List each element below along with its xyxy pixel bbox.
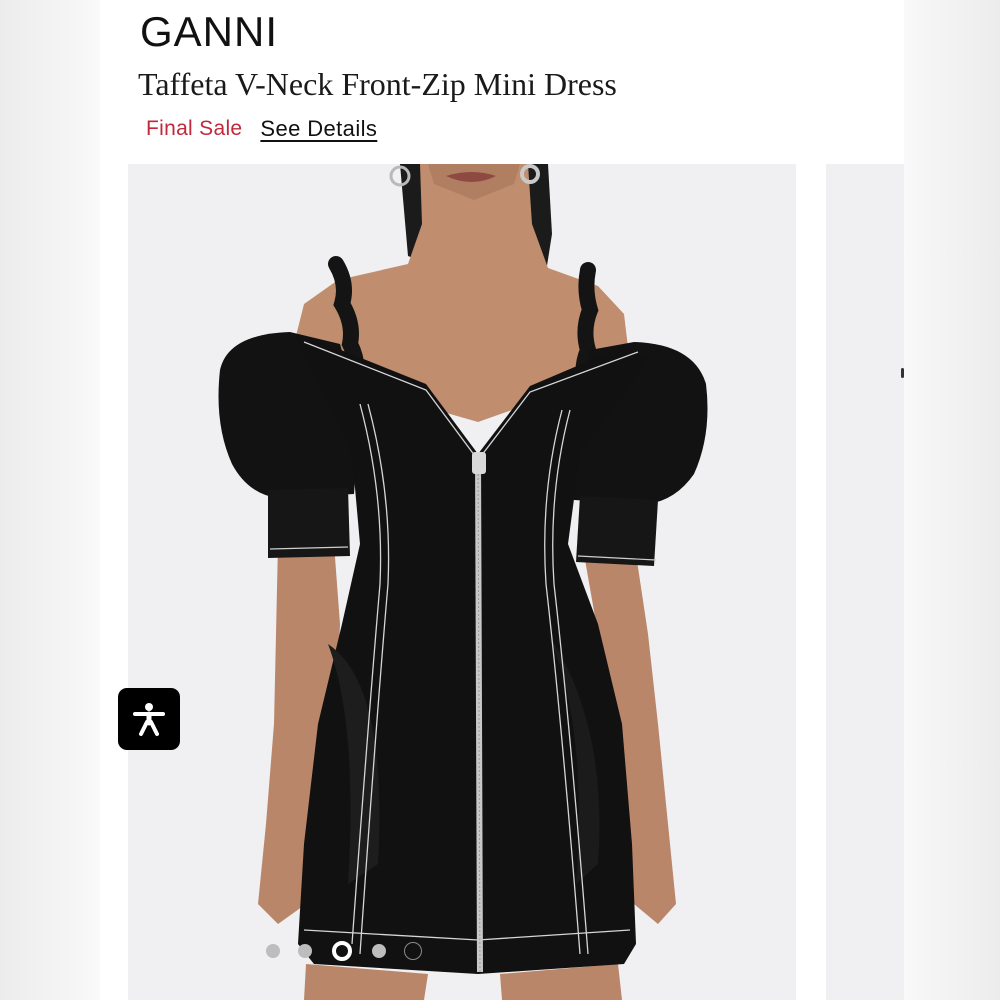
product-photo [218, 164, 708, 1000]
gallery-dot-2[interactable] [298, 944, 312, 958]
product-title: Taffeta V-Neck Front-Zip Mini Dress [138, 66, 617, 102]
gallery-pagination [266, 938, 422, 964]
product-page: GANNI Taffeta V-Neck Front-Zip Mini Dres… [100, 0, 904, 1000]
see-details-link[interactable]: See Details [260, 116, 377, 142]
final-sale-label: Final Sale [146, 117, 243, 140]
gallery-dot-3-active[interactable] [330, 939, 354, 963]
gallery-slide-current[interactable] [128, 164, 796, 1000]
sale-info-row: Final Sale See Details [146, 114, 377, 144]
gallery-slide-next[interactable] [826, 164, 904, 1000]
accessibility-button[interactable] [118, 688, 180, 750]
next-slide-edge [901, 368, 904, 378]
image-gallery[interactable] [128, 164, 904, 1000]
gallery-dot-5[interactable] [404, 942, 422, 960]
gallery-dot-4[interactable] [372, 944, 386, 958]
gallery-dot-1[interactable] [266, 944, 280, 958]
screen: GANNI Taffeta V-Neck Front-Zip Mini Dres… [0, 0, 1000, 1000]
accessibility-person-icon [133, 703, 165, 736]
brand-name[interactable]: GANNI [140, 8, 278, 56]
